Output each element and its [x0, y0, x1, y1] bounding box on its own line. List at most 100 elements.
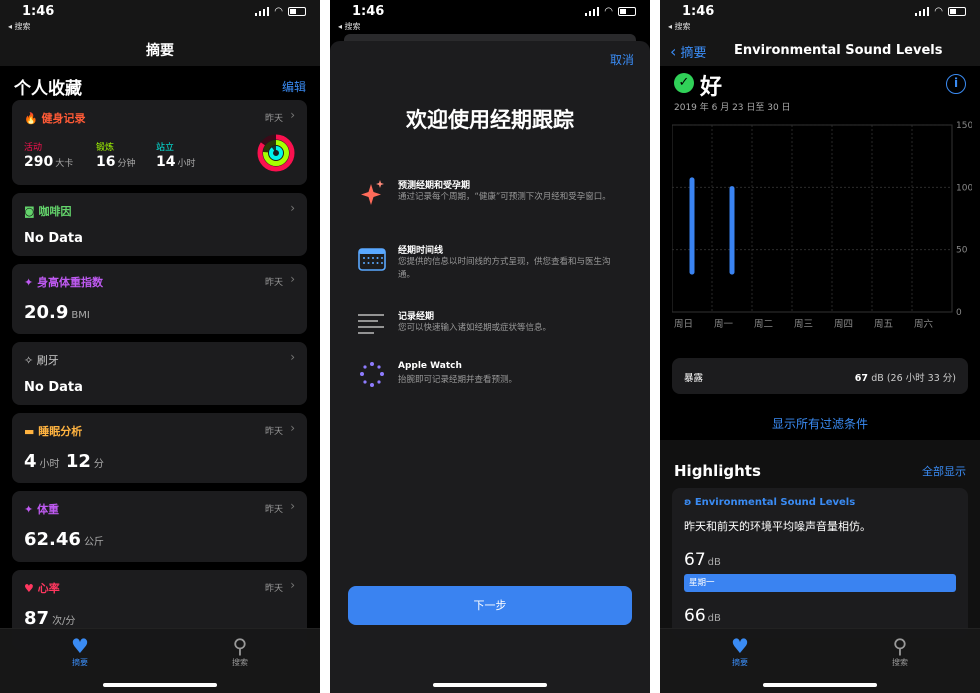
feature-desc: 您可以快速输入诸如经期或症状等信息。 [398, 323, 552, 333]
wifi-icon: ◠ [934, 6, 943, 17]
person-icon: ✦ [24, 276, 34, 289]
chevron-right-icon: › [290, 421, 295, 435]
fitness-date: 昨天 [264, 114, 283, 124]
bed-icon: ▬ [24, 425, 35, 438]
tab-search[interactable]: ⚲ 搜索 [870, 635, 930, 668]
checkmark-icon: ✓ [674, 73, 694, 93]
weight-date: 昨天 [264, 505, 283, 515]
battery-icon [288, 7, 306, 16]
show-all-button[interactable]: 全部显示 [922, 463, 966, 479]
sleep-title: ▬ 睡眠分析 [24, 425, 83, 438]
heart-icon: ♥ [24, 582, 34, 595]
caffeine-card[interactable]: ◙ 咖啡因 › No Data [12, 193, 307, 256]
toothbrush-card[interactable]: ✧ 刷牙 › No Data [12, 342, 307, 405]
chevron-right-icon: › [290, 108, 295, 122]
next-button[interactable]: 下一步 [348, 586, 632, 625]
y-tick-label: 0 [956, 308, 962, 318]
sleep-date: 昨天 [264, 427, 283, 437]
stand-label: 站立 [156, 143, 175, 153]
weight-card[interactable]: ✦ 体重 昨天 › 62.46 公斤 [12, 491, 307, 562]
y-tick-label: 150 [956, 121, 972, 131]
toothbrush-value: No Data [24, 380, 83, 395]
move-label: 活动 [24, 143, 43, 153]
feature-title: Apple Watch [398, 361, 462, 371]
sound-levels-screen: 1:46 ◂ 搜索 ◠ ‹ 摘要 Environmental Sound Lev… [660, 0, 980, 693]
bmi-value: 20.9 BMI [24, 302, 90, 323]
date-range: 2019 年 6 月 23 日至 30 日 [674, 103, 791, 113]
signal-icon [914, 7, 930, 16]
back-to-search[interactable]: ◂ 搜索 [8, 21, 31, 32]
edit-button[interactable]: 编辑 [282, 78, 306, 95]
wifi-icon: ◠ [604, 6, 613, 17]
list-icon [358, 314, 384, 334]
wifi-icon: ◠ [274, 6, 283, 17]
heart-icon: ♥ [71, 634, 89, 658]
highlight-bar: 星期一 [684, 574, 956, 592]
cup-icon: ◙ [24, 205, 35, 218]
flame-icon: 🔥 [24, 112, 38, 125]
info-icon[interactable]: i [946, 74, 966, 94]
status-bar: 1:46 ◂ 搜索 ◠ [0, 0, 320, 36]
chart-frame [672, 124, 953, 313]
back-to-search[interactable]: ◂ 搜索 [338, 21, 361, 32]
feature-desc: 您提供的信息以时间线的方式呈现，供您查看和与医生沟通。 [398, 257, 611, 280]
signal-icon [584, 7, 600, 16]
status-time: 1:46 [22, 4, 55, 19]
sleep-value: 4 小时 12 分 [24, 451, 104, 472]
highlight-value-1: 67 dB [684, 550, 721, 570]
fitness-card[interactable]: 🔥 健身记录 昨天 › 活动 锻炼 站立 290 大卡 16 分钟 14 小时 [12, 100, 307, 185]
chevron-right-icon: › [290, 578, 295, 592]
bmi-card[interactable]: ✦ 身高体重指数 昨天 › 20.9 BMI [12, 264, 307, 334]
chevron-right-icon: › [290, 499, 295, 513]
tab-summary[interactable]: ♥ 摘要 [710, 635, 770, 668]
highlight-card[interactable]: ʚ Environmental Sound Levels 昨天和前天的环境平均噪… [672, 488, 968, 638]
weight-value: 62.46 公斤 [24, 529, 104, 550]
chevron-right-icon: › [290, 350, 295, 364]
watch-dots-icon [360, 362, 384, 387]
status-bar: 1:46 ◂ 搜索 ◠ [330, 0, 650, 36]
signal-icon [254, 7, 270, 16]
status-bar: 1:46 ◂ 搜索 ◠ [660, 0, 980, 36]
back-button[interactable]: ‹ 摘要 [670, 42, 707, 61]
back-to-search[interactable]: ◂ 搜索 [668, 21, 691, 32]
sparkle-icon: ✧ [24, 354, 34, 367]
feature-watch: Apple Watch 抬腕即可记录经期并查看预测。 [358, 361, 628, 405]
tab-bar: ♥ 摘要 ⚲ 搜索 [0, 628, 320, 693]
cancel-button[interactable]: 取消 [610, 51, 634, 68]
caffeine-value: No Data [24, 231, 83, 246]
feature-timeline: 经期时间线 您提供的信息以时间线的方式呈现，供您查看和与医生沟通。 [358, 243, 628, 287]
x-tick-label: 周五 [874, 319, 893, 330]
sparkle-icon [361, 180, 384, 205]
status-icons: ◠ [584, 6, 636, 17]
exposure-row: 暴露 67 dB (26 小时 33 分) [672, 358, 968, 394]
tab-summary[interactable]: ♥ 摘要 [50, 635, 110, 668]
calendar-icon [358, 248, 386, 271]
favorites-title: 个人收藏 [14, 79, 82, 99]
y-tick-label: 50 [956, 246, 968, 256]
show-filters-button[interactable]: 显示所有过滤条件 [660, 415, 980, 432]
battery-icon [948, 7, 966, 16]
sound-chart: 0 50 100 150 周日 周一 周二 周三 周四 周五 周六 [672, 121, 972, 330]
person-icon: ✦ [24, 503, 34, 516]
stand-value: 14 小时 [156, 154, 196, 170]
fitness-card-title: 🔥 健身记录 [24, 112, 86, 125]
status-time: 1:46 [682, 4, 715, 19]
tab-bar: ♥ 摘要 ⚲ 搜索 [660, 628, 980, 693]
x-tick-label: 周六 [914, 318, 934, 330]
weight-title: ✦ 体重 [24, 503, 60, 516]
sleep-card[interactable]: ▬ 睡眠分析 昨天 › 4 小时 12 分 [12, 413, 307, 483]
status-icons: ◠ [254, 6, 306, 17]
heart-date: 昨天 [264, 584, 283, 594]
page-title: Environmental Sound Levels [734, 43, 943, 58]
highlight-card-title: ʚ Environmental Sound Levels [684, 497, 856, 508]
health-summary-screen: 1:46 ◂ 搜索 ◠ 摘要 个人收藏 编辑 🔥 健身记录 昨天 › 活动 锻炼… [0, 0, 320, 693]
tab-search[interactable]: ⚲ 搜索 [210, 635, 270, 668]
feature-title: 预测经期和受孕期 [398, 181, 471, 191]
toothbrush-title: ✧ 刷牙 [24, 354, 59, 367]
search-icon: ⚲ [232, 634, 248, 658]
heart-icon: ♥ [731, 634, 749, 658]
bmi-date: 昨天 [264, 278, 283, 288]
heart-value: 87 次/分 [24, 608, 76, 629]
caffeine-title: ◙ 咖啡因 [24, 205, 72, 218]
exercise-label: 锻炼 [96, 143, 115, 153]
